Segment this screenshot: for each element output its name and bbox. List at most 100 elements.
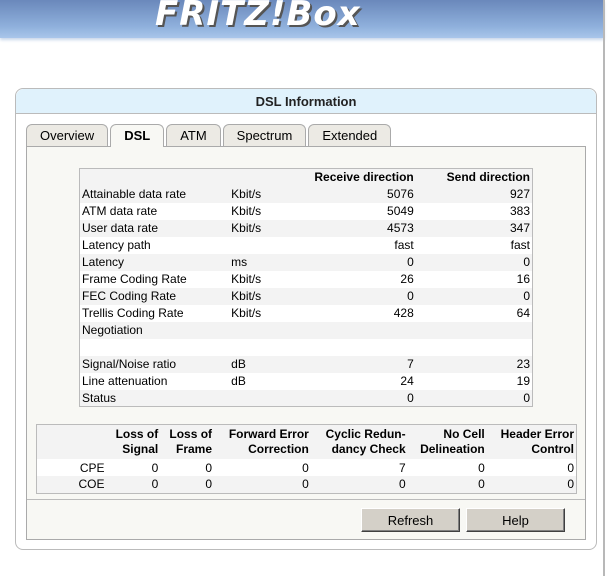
error-column-header: Cyclic Redun-dancy Check: [310, 424, 408, 459]
error-count: 0: [567, 477, 574, 492]
send-value: 347: [509, 221, 530, 235]
table-header-row: Loss of Signal Loss of Frame Forward Error Co…: [36, 424, 577, 459]
error-count: 7: [398, 460, 406, 475]
table-row: Signal/Noise ratio dB 7 23: [79, 355, 533, 373]
header-line: Correction: [248, 442, 309, 456]
tab-bar: Overview DSL ATM Spectrum Extended: [26, 124, 392, 147]
send-value: 0: [523, 390, 530, 405]
error-count: 0: [398, 477, 406, 492]
dsl-table: Receive direction Send direction Attaina…: [79, 168, 533, 407]
header-banner: FRITZ!Box: [0, 0, 604, 38]
header-line: No Cell: [443, 427, 485, 441]
tab-dsl[interactable]: DSL: [110, 124, 165, 147]
send-value: [416, 339, 533, 356]
row-label: Frame Coding Rate: [82, 272, 187, 286]
panel-title: DSL Information: [16, 89, 596, 114]
fritzbox-logo: FRITZ!Box: [155, 0, 361, 34]
row-unit: Kbit/s: [231, 204, 262, 218]
send-value: 383: [509, 204, 530, 218]
receive-value: 0: [407, 390, 414, 405]
tab-extended[interactable]: Extended: [308, 124, 392, 146]
error-count: 0: [151, 477, 159, 492]
row-label: Trellis Coding Rate: [82, 306, 184, 320]
header-send: Send direction: [446, 170, 530, 185]
row-label: Latency path: [82, 238, 151, 252]
tab-overview[interactable]: Overview: [26, 124, 109, 146]
refresh-button[interactable]: Refresh: [361, 508, 460, 532]
receive-value: fast: [394, 238, 414, 252]
error-count: 0: [478, 460, 485, 475]
row-unit: [229, 237, 299, 254]
table-row: Frame Coding Rate Kbit/s 26 16: [80, 271, 533, 288]
row-label: CPE: [79, 460, 105, 475]
row-label: Status: [82, 390, 117, 405]
table-row: ATM data rate Kbit/s 5049 383: [80, 203, 533, 220]
send-value: [416, 322, 533, 339]
error-column-header: Forward Error Correction: [214, 424, 311, 459]
window-edge: [603, 0, 605, 576]
table-header-row: Receive direction Send direction: [79, 168, 533, 186]
row-label: Signal/Noise ratio: [82, 357, 177, 371]
send-value: 0: [523, 289, 530, 303]
header-line: Frame: [176, 442, 213, 456]
header-line: Loss of: [115, 427, 159, 441]
table-row: [80, 339, 533, 356]
row-unit: [229, 390, 299, 407]
error-count: 0: [205, 460, 213, 475]
table-row: Negotiation: [79, 321, 533, 339]
row-unit: dB: [231, 357, 246, 371]
table-row: Latency ms 0 0: [79, 253, 533, 271]
send-value: 64: [516, 306, 530, 320]
table-row: Trellis Coding Rate Kbit/s 428 64: [80, 305, 533, 322]
receive-value: 7: [407, 357, 414, 371]
send-value: 0: [523, 255, 530, 269]
row-unit: Kbit/s: [231, 221, 262, 235]
header-line: Delineation: [420, 442, 485, 456]
table-row: Latency path fast fast: [80, 237, 533, 254]
error-count: 0: [567, 460, 574, 475]
header-line: dancy Check: [331, 442, 406, 456]
receive-value: 5049: [387, 204, 414, 218]
error-count: 0: [478, 477, 485, 492]
tab-atm[interactable]: ATM: [166, 124, 221, 146]
table-row: Line attenuation dB 24 19: [80, 373, 533, 390]
table-row: COE 0 0 0 0 0 0: [36, 476, 577, 493]
receive-value: 0: [407, 289, 414, 303]
send-value: fast: [510, 238, 530, 252]
error-count: 0: [205, 477, 213, 492]
table-row: FEC Coding Rate Kbit/s 0 0: [79, 287, 533, 305]
row-unit: Kbit/s: [231, 187, 262, 201]
row-label: Negotiation: [82, 323, 143, 337]
receive-value: [299, 339, 416, 356]
divider: [27, 499, 585, 500]
row-unit: Kbit/s: [231, 306, 262, 320]
send-value: 16: [516, 272, 530, 286]
send-value: 23: [516, 357, 530, 371]
receive-value: 428: [393, 306, 414, 320]
table-row: CPE 0 0 0 7 0 0: [37, 459, 577, 476]
header-line: Forward Error: [228, 427, 309, 441]
row-label: COE: [78, 477, 105, 492]
send-value: 927: [509, 187, 530, 201]
receive-value: 5076: [387, 187, 414, 201]
table-row: Attainable data rate Kbit/s 5076 927: [79, 185, 533, 203]
tab-spectrum[interactable]: Spectrum: [222, 124, 307, 146]
receive-value: 4573: [387, 221, 414, 235]
row-unit: ms: [231, 255, 248, 269]
error-count: 0: [302, 460, 309, 475]
header-line: Header Error: [500, 427, 574, 441]
row-label: User data rate: [82, 221, 159, 235]
help-button[interactable]: Help: [466, 508, 565, 532]
tab-content: Receive direction Send direction Attaina…: [26, 146, 586, 540]
row-label: Line attenuation: [82, 374, 168, 388]
header-line: Control: [531, 442, 574, 456]
error-count: 0: [151, 460, 159, 475]
error-column-header: Loss of Frame: [160, 424, 215, 459]
error-column-header: Header Error Control: [486, 424, 577, 459]
row-label: [80, 339, 230, 356]
error-count: 0: [302, 477, 309, 492]
row-unit: [229, 339, 299, 356]
row-unit: [229, 322, 299, 339]
error-column-header: No Cell Delineation: [407, 424, 487, 459]
receive-value: 24: [400, 374, 414, 388]
